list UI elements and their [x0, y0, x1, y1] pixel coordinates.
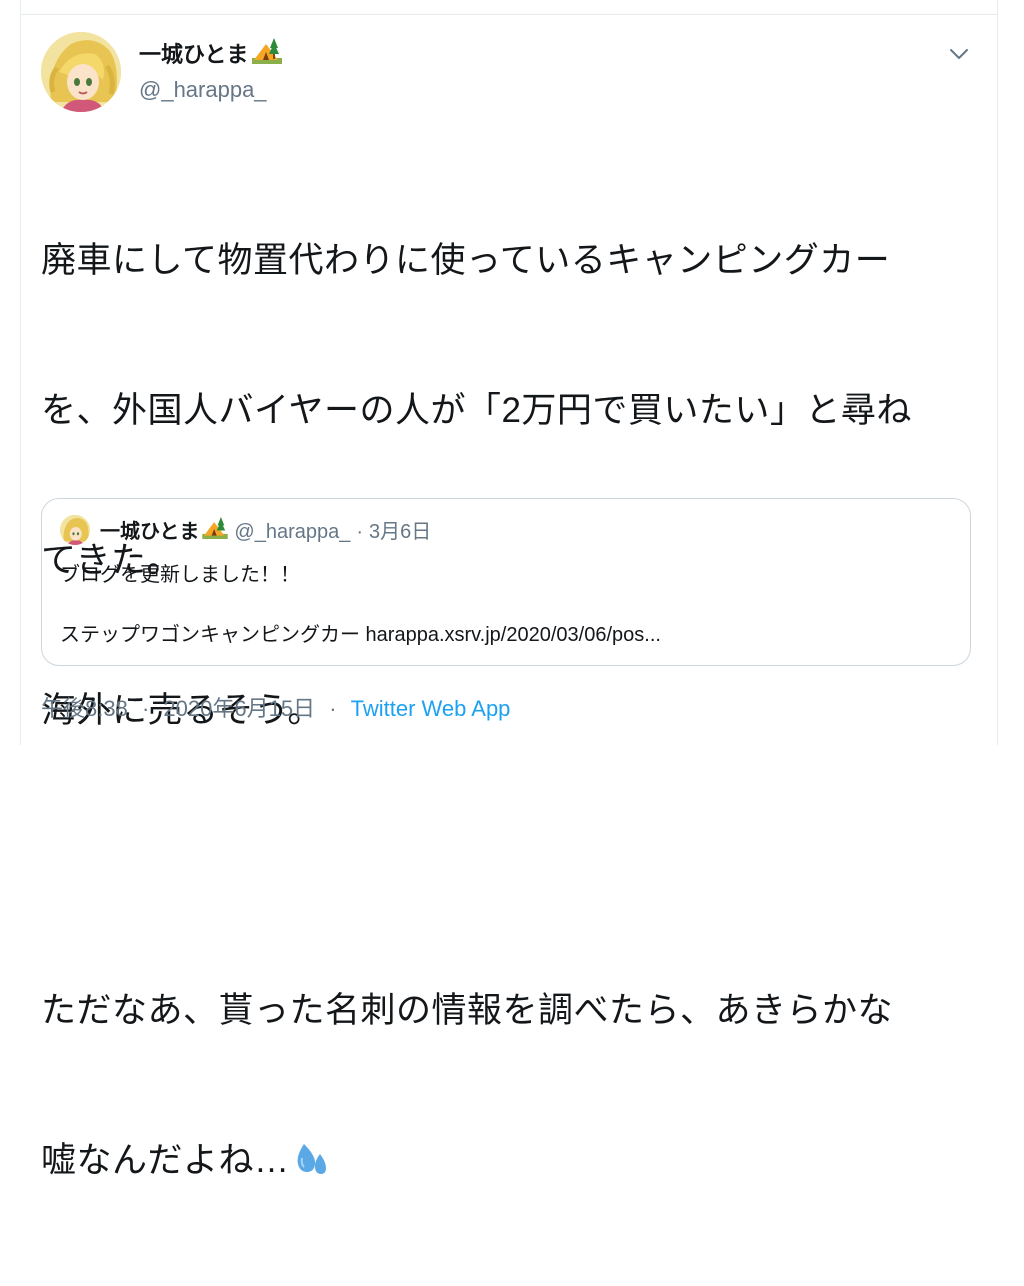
tweet-text-line: を、外国人バイヤーの人が「2万円で買いたい」と尋ね [41, 391, 912, 430]
quoted-text-line: ステップワゴンキャンピングカー harappa.xsrv.jp/2020/03/… [60, 624, 661, 646]
author-avatar[interactable] [41, 32, 121, 112]
quoted-separator: · [356, 521, 364, 543]
quoted-display-name: 一城ひとま [100, 521, 200, 543]
quoted-text-line: ブログを更新しました！！ [60, 564, 300, 586]
quoted-handle: @_harappa_ [234, 521, 351, 543]
author-name-row[interactable]: 一城ひとま [139, 38, 283, 71]
sweat-droplets-emoji-icon [294, 1140, 328, 1192]
top-divider [21, 14, 997, 15]
tweet-text-line: ただなあ、貰った名刺の情報を調べたら、あきらかな [41, 991, 894, 1030]
source-app-link[interactable]: Twitter Web App [351, 696, 511, 721]
avatar-illustration [41, 32, 121, 112]
author-display-name[interactable]: 一城ひとま [139, 41, 248, 69]
tweet-time[interactable]: 午後8:38 [41, 696, 128, 721]
camping-tent-emoji-icon [202, 517, 229, 547]
tweet-card: 一城ひとま @_harappa_ 廃車にして物置代わりに使っているキャンピングカ… [20, 0, 998, 1180]
quoted-date: 3月6日 [369, 521, 432, 543]
meta-separator: · [329, 696, 337, 721]
tweet-meta: 午後8:38 · 2020年6月15日 · Twitter Web App [41, 694, 510, 724]
camping-tent-emoji-icon [252, 38, 283, 71]
avatar-illustration [60, 515, 90, 545]
chevron-down-icon[interactable] [947, 42, 971, 66]
quoted-header: 一城ひとま @_harappa_ · 3月6日 [100, 517, 431, 547]
quoted-tweet[interactable]: 一城ひとま @_harappa_ · 3月6日 ブログを更新しました！！ ステッ… [41, 498, 971, 666]
tweet-date[interactable]: 2020年6月15日 [163, 696, 315, 721]
meta-separator: · [141, 696, 150, 721]
tweet-text-line: 廃車にして物置代わりに使っているキャンピングカー [41, 241, 891, 280]
tweet-text-line: 嘘なんだよね… [41, 1141, 290, 1180]
tweet-text-last-line: 嘘なんだよね… [41, 1136, 971, 1186]
quoted-author-name-row: 一城ひとま [100, 517, 229, 547]
author-block: 一城ひとま @_harappa_ [139, 38, 283, 105]
tweet-text-line [41, 836, 971, 886]
author-handle[interactable]: @_harappa_ [139, 75, 282, 105]
quoted-author-avatar[interactable] [60, 515, 90, 545]
